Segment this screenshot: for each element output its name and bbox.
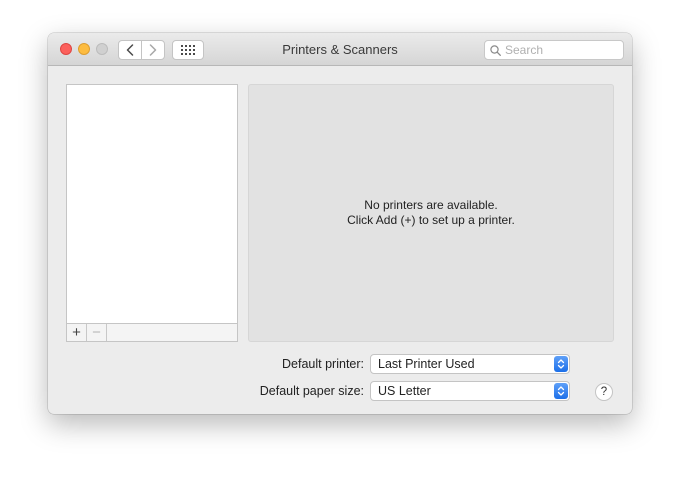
forward-button[interactable] — [142, 41, 164, 59]
navigation-buttons — [118, 40, 165, 60]
default-printer-row: Default printer: Last Printer Used — [48, 354, 632, 374]
back-button[interactable] — [119, 41, 142, 59]
zoom-button — [96, 43, 108, 55]
default-paper-size-label: Default paper size: — [259, 384, 364, 398]
add-printer-button[interactable]: + — [67, 324, 87, 341]
grid-dots-icon — [181, 45, 195, 55]
default-printer-label: Default printer: — [282, 357, 364, 371]
remove-printer-button: − — [87, 324, 107, 341]
popup-arrows-icon — [554, 356, 568, 372]
chevron-right-icon — [149, 44, 157, 56]
default-printer-popup[interactable]: Last Printer Used — [370, 354, 570, 374]
search-input[interactable] — [505, 43, 613, 57]
title-bar: Printers & Scanners — [48, 33, 632, 66]
default-paper-size-row: Default paper size: US Letter — [48, 381, 632, 401]
minimize-button[interactable] — [78, 43, 90, 55]
default-paper-size-popup[interactable]: US Letter — [370, 381, 570, 401]
popup-arrows-icon — [554, 383, 568, 399]
no-printers-message: No printers are available. — [364, 198, 498, 212]
printers-scanners-window: Printers & Scanners + − No printers are … — [48, 33, 632, 414]
default-paper-size-value: US Letter — [378, 384, 431, 398]
help-button[interactable]: ? — [595, 383, 613, 401]
show-all-button[interactable] — [172, 40, 204, 60]
chevron-left-icon — [126, 44, 134, 56]
printer-list[interactable] — [66, 84, 238, 342]
printer-list-toolbar: + − — [66, 323, 238, 342]
printer-detail-pane: No printers are available. Click Add (+)… — [248, 84, 614, 342]
search-field[interactable] — [484, 40, 624, 60]
search-icon — [490, 44, 501, 56]
close-button[interactable] — [60, 43, 72, 55]
default-printer-value: Last Printer Used — [378, 357, 475, 371]
add-printer-hint: Click Add (+) to set up a printer. — [347, 213, 515, 227]
